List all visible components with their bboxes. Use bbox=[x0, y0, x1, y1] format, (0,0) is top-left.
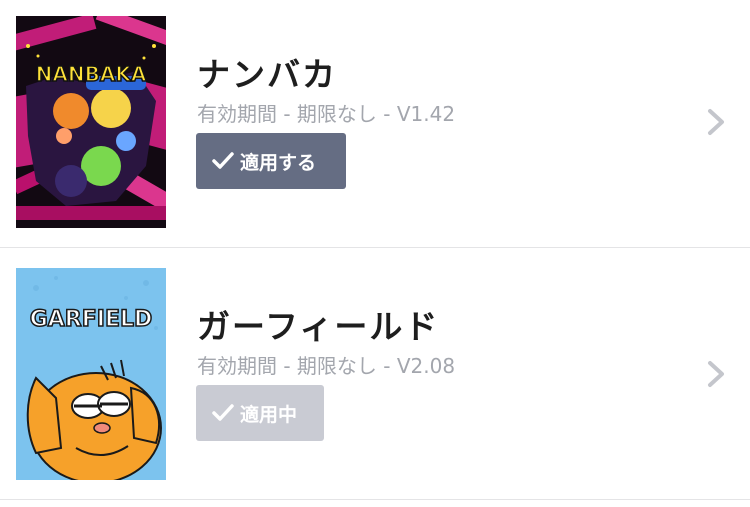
applied-button[interactable]: 適用中 bbox=[196, 385, 324, 441]
garfield-logo-text: GARFIELD bbox=[30, 307, 153, 332]
theme-thumbnail-nanbaka: NANBAKA bbox=[16, 16, 166, 228]
theme-row-nanbaka[interactable]: NANBAKA ナンバカ 有効期間 - 期限なし - V1.42 適用する bbox=[0, 0, 750, 248]
row-divider bbox=[0, 499, 750, 500]
apply-button[interactable]: 適用する bbox=[196, 133, 346, 189]
chevron-right-icon bbox=[706, 107, 728, 137]
applied-button-label: 適用中 bbox=[240, 403, 298, 426]
theme-title: ガーフィールド bbox=[197, 307, 440, 346]
chevron-right-icon bbox=[706, 359, 728, 389]
nanbaka-logo-text: NANBAKA bbox=[36, 62, 147, 86]
theme-meta: 有効期間 - 期限なし - V2.08 bbox=[197, 354, 456, 378]
theme-thumbnail-garfield: GARFIELD bbox=[16, 268, 166, 480]
theme-meta: 有効期間 - 期限なし - V1.42 bbox=[197, 102, 456, 126]
checkmark-icon bbox=[212, 404, 234, 422]
theme-row-garfield[interactable]: GARFIELD ガーフィールド 有効期間 - 期限なし - V2.08 適用中 bbox=[0, 248, 750, 500]
apply-button-label: 適用する bbox=[240, 151, 317, 174]
checkmark-icon bbox=[212, 152, 234, 170]
theme-list: NANBAKA ナンバカ 有効期間 - 期限なし - V1.42 適用する GA… bbox=[0, 0, 750, 507]
theme-title: ナンバカ bbox=[197, 55, 337, 94]
